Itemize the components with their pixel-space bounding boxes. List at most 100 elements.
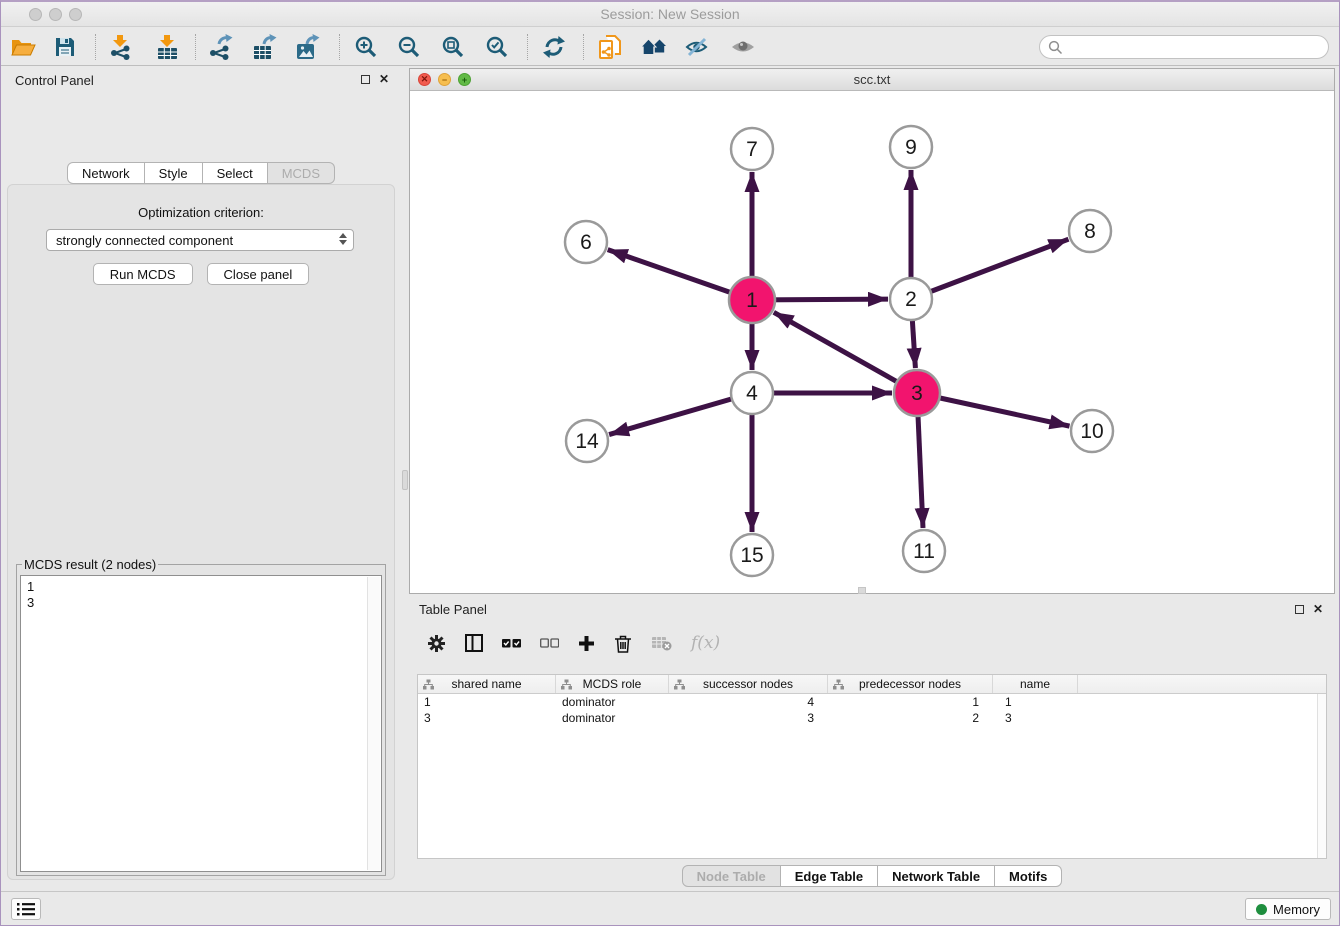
toggle-graphics-details-icon[interactable] (683, 33, 711, 61)
search-field[interactable] (1039, 35, 1329, 59)
tab-style[interactable]: Style (145, 162, 203, 184)
network-canvas[interactable]: 7968124314101511 (410, 91, 1334, 593)
table-panel-title: Table Panel (419, 602, 487, 617)
column-type-icon (561, 679, 572, 690)
import-network-icon[interactable] (106, 33, 134, 61)
delete-table-icon[interactable] (651, 635, 672, 651)
home-icon[interactable] (640, 33, 668, 61)
column-header-successor-nodes[interactable]: successor nodes (669, 675, 828, 693)
graph-node-label: 4 (746, 382, 758, 405)
network-graph: 7968124314101511 (410, 91, 1334, 594)
tab-network[interactable]: Network (67, 162, 145, 184)
toolbar-separator (527, 34, 528, 60)
close-panel-button[interactable]: Close panel (207, 263, 310, 285)
column-type-icon (423, 679, 434, 690)
show-column-panel-icon[interactable] (465, 634, 483, 652)
tab-edge-table[interactable]: Edge Table (781, 865, 878, 887)
mcds-result-line: 3 (27, 595, 375, 611)
open-session-icon[interactable] (9, 33, 37, 61)
panel-divider[interactable] (401, 66, 409, 894)
node-table: shared name MCDS role successor nodes pr… (417, 674, 1327, 859)
export-table-icon[interactable] (251, 33, 279, 61)
memory-button[interactable]: Memory (1245, 898, 1331, 920)
table-scrollbar[interactable] (1317, 694, 1326, 858)
zoom-in-icon[interactable] (352, 33, 380, 61)
task-history-button[interactable] (11, 898, 41, 920)
application-window: Session: New Session (0, 0, 1340, 926)
close-panel-icon[interactable]: ✕ (379, 73, 389, 85)
network-view-window: ✕ − + scc.txt 7968124314101511 (409, 68, 1335, 594)
divider-grip[interactable] (402, 470, 408, 490)
column-header-shared-name[interactable]: shared name (418, 675, 556, 693)
import-table-icon[interactable] (153, 33, 181, 61)
tab-motifs[interactable]: Motifs (995, 865, 1062, 887)
result-scrollbar[interactable] (367, 577, 380, 870)
search-icon (1048, 40, 1063, 55)
deselect-all-columns-icon[interactable] (540, 637, 559, 649)
optimization-criterion-select[interactable]: strongly connected component (46, 229, 354, 251)
graph-edge-3-1[interactable] (774, 312, 917, 393)
table-row[interactable]: 1 dominator 4 1 1 (418, 694, 1326, 710)
table-row[interactable]: 3 dominator 3 2 3 (418, 710, 1326, 726)
column-header-predecessor-nodes[interactable]: predecessor nodes (828, 675, 993, 693)
run-mcds-button[interactable]: Run MCDS (93, 263, 193, 285)
graph-edge-4-14[interactable] (609, 393, 752, 435)
graph-node-label: 7 (746, 138, 758, 161)
mcds-result-line: 1 (27, 579, 375, 595)
export-network-icon[interactable] (207, 33, 235, 61)
toolbar-separator (339, 34, 340, 60)
optimization-criterion-label: Optimization criterion: (8, 205, 394, 220)
tab-network-table[interactable]: Network Table (878, 865, 995, 887)
control-panel-title: Control Panel (15, 73, 94, 88)
toolbar-separator (583, 34, 584, 60)
float-panel-icon[interactable] (361, 75, 370, 84)
main-toolbar (1, 28, 1339, 66)
select-stepper-icon (339, 233, 347, 245)
search-input[interactable] (1063, 37, 1328, 57)
memory-label: Memory (1273, 902, 1320, 917)
function-builder-icon[interactable]: f(x) (691, 633, 720, 653)
control-panel-tabs: Network Style Select MCDS (1, 162, 401, 184)
select-all-columns-icon[interactable] (502, 637, 521, 649)
close-table-panel-icon[interactable]: ✕ (1313, 603, 1323, 615)
mcds-result-box: MCDS result (2 nodes) 1 3 (16, 557, 386, 876)
zoom-out-icon[interactable] (395, 33, 423, 61)
tab-select[interactable]: Select (203, 162, 268, 184)
graph-node-label: 8 (1084, 220, 1096, 243)
graph-node-label: 9 (905, 136, 917, 159)
toolbar-separator (95, 34, 96, 60)
graph-node-label: 11 (913, 540, 935, 563)
network-window-title: scc.txt (410, 72, 1334, 87)
refresh-icon[interactable] (540, 33, 568, 61)
save-session-icon[interactable] (51, 33, 79, 61)
duplicate-network-icon[interactable] (596, 33, 624, 61)
toggle-bird-eye-view-icon[interactable] (729, 33, 757, 61)
window-title: Session: New Session (1, 6, 1339, 22)
add-column-icon[interactable] (578, 635, 595, 652)
mcds-result-title: MCDS result (2 nodes) (22, 557, 158, 572)
export-image-icon[interactable] (294, 33, 322, 61)
column-type-icon (833, 679, 844, 690)
memory-status-icon (1256, 904, 1267, 915)
float-table-panel-icon[interactable] (1295, 605, 1304, 614)
mcds-result-text[interactable]: 1 3 (20, 575, 382, 872)
zoom-fit-icon[interactable] (439, 33, 467, 61)
column-header-mcds-role[interactable]: MCDS role (556, 675, 669, 693)
network-resize-grip[interactable] (858, 587, 866, 594)
network-window-titlebar: ✕ − + scc.txt (410, 69, 1334, 91)
titlebar: Session: New Session (1, 2, 1339, 27)
tab-node-table[interactable]: Node Table (682, 865, 781, 887)
list-icon (17, 902, 35, 916)
graph-edge-2-8[interactable] (911, 239, 1068, 299)
table-toolbar: f(x) (409, 622, 1335, 664)
column-header-name[interactable]: name (993, 675, 1078, 693)
settings-icon[interactable] (427, 634, 446, 653)
delete-column-icon[interactable] (614, 634, 632, 653)
graph-node-label: 14 (575, 430, 599, 453)
tab-mcds[interactable]: MCDS (268, 162, 335, 184)
zoom-selected-icon[interactable] (483, 33, 511, 61)
graph-node-label: 10 (1080, 420, 1103, 443)
graph-node-label: 2 (905, 288, 917, 311)
control-panel: Control Panel ✕ Network Style Select MCD… (1, 66, 401, 894)
mcds-panel-body: Optimization criterion: strongly connect… (7, 184, 395, 880)
